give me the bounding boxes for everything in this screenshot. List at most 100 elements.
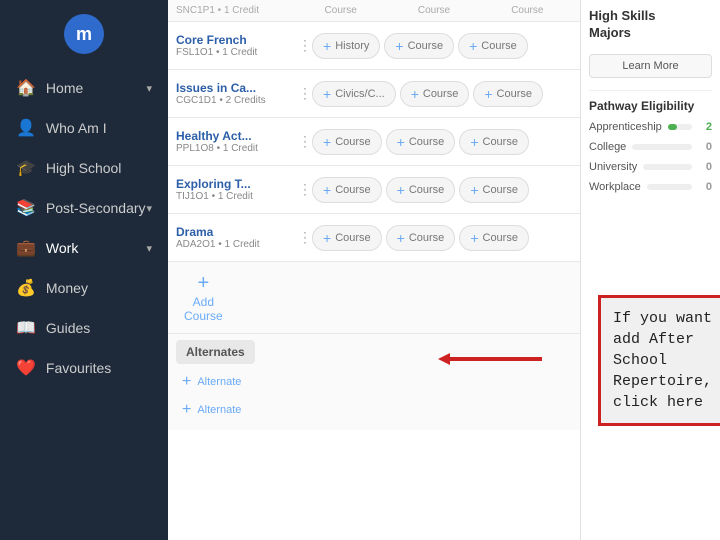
home-icon: 🏠 — [16, 78, 36, 98]
cropped-cols: Course Course Course — [296, 5, 572, 16]
course-code: CGC1D1 • 2 Credits — [176, 95, 296, 106]
chevron-icon: ▾ — [146, 242, 152, 255]
add-course-button-2[interactable]: +Course — [459, 129, 529, 155]
guides-icon: 📖 — [16, 318, 36, 338]
add-course-button-1[interactable]: +Course — [386, 177, 456, 203]
pathway-count: 0 — [698, 161, 712, 173]
course-name: Drama — [176, 225, 296, 239]
course-name-cell: Exploring T... TIJ1O1 • 1 Credit — [176, 177, 296, 202]
pathway-bar — [643, 164, 692, 170]
course-cols: +Course +Course +Course — [312, 129, 572, 155]
chevron-icon: ▾ — [146, 82, 152, 95]
pathway-count: 0 — [698, 141, 712, 153]
add-course-button-0[interactable]: +Course — [312, 129, 382, 155]
pathway-bar — [668, 124, 692, 130]
course-cols: +Course +Course +Course — [312, 177, 572, 203]
course-cols: +Civics/C... +Course +Course — [312, 81, 572, 107]
heart-icon: ❤️ — [16, 358, 36, 378]
add-course-button[interactable]: + Add Course — [184, 272, 223, 323]
add-course-button-0[interactable]: +Course — [312, 177, 382, 203]
add-course-button-2[interactable]: +Course — [459, 225, 529, 251]
book-icon: 📚 — [16, 198, 36, 218]
sidebar-logo: m — [0, 0, 168, 68]
cropped-col: Course — [296, 5, 385, 16]
course-cols: +Course +Course +Course — [312, 225, 572, 251]
course-name-cell: Healthy Act... PPL1O8 • 1 Credit — [176, 129, 296, 154]
pathway-bar-fill — [668, 124, 678, 130]
cropped-top-row: SNC1P1 • 1 Credit Course Course Course — [168, 0, 580, 22]
sidebar-item-label: Work — [46, 240, 78, 256]
course-code: ADA2O1 • 1 Credit — [176, 239, 296, 250]
table-row: Drama ADA2O1 • 1 Credit ⋮ +Course +Cours… — [168, 214, 580, 262]
plus-icon: + — [198, 272, 210, 295]
sidebar-item-favourites[interactable]: ❤️ Favourites — [0, 348, 168, 388]
sidebar-item-post-secondary[interactable]: 📚 Post-Secondary ▾ — [0, 188, 168, 228]
pathway-label: University — [589, 161, 637, 173]
right-panel: High Skills Majors Learn More Pathway El… — [580, 0, 720, 540]
course-name: Issues in Ca... — [176, 81, 296, 95]
alternate-button-2[interactable]: + Alternate — [176, 396, 572, 424]
table-row: Core French FSL1O1 • 1 Credit ⋮ +History… — [168, 22, 580, 70]
course-menu-icon[interactable]: ⋮ — [298, 229, 312, 246]
add-course-button-0[interactable]: +Course — [312, 225, 382, 251]
plus-icon: + — [182, 401, 191, 419]
sidebar-item-label: Home — [46, 80, 83, 96]
money-icon: 💰 — [16, 278, 36, 298]
pathway-bar — [647, 184, 692, 190]
course-name: Exploring T... — [176, 177, 296, 191]
table-row: Exploring T... TIJ1O1 • 1 Credit ⋮ +Cour… — [168, 166, 580, 214]
add-course-button-1[interactable]: +Course — [386, 129, 456, 155]
add-course-button-1[interactable]: +Course — [384, 33, 454, 59]
pathway-row-university: University 0 — [589, 161, 712, 173]
course-menu-icon[interactable]: ⋮ — [298, 181, 312, 198]
sidebar-item-label: Who Am I — [46, 120, 107, 136]
high-skills-title: High Skills — [589, 8, 712, 23]
add-course-button-2[interactable]: +Course — [459, 177, 529, 203]
pathway-eligibility-title: Pathway Eligibility — [589, 90, 712, 113]
sidebar-item-home[interactable]: 🏠 Home ▾ — [0, 68, 168, 108]
add-civics-button[interactable]: +Civics/C... — [312, 81, 396, 107]
sidebar-item-label: Guides — [46, 320, 90, 336]
course-name: Core French — [176, 33, 296, 47]
add-course-button-2[interactable]: +Course — [458, 33, 528, 59]
course-cols: +History +Course +Course — [312, 33, 572, 59]
sidebar-item-who-am-i[interactable]: 👤 Who Am I — [0, 108, 168, 148]
pathway-count: 2 — [698, 121, 712, 133]
course-menu-icon[interactable]: ⋮ — [298, 133, 312, 150]
cropped-col: Course — [389, 5, 478, 16]
person-icon: 👤 — [16, 118, 36, 138]
sidebar-item-high-school[interactable]: 🎓 High School — [0, 148, 168, 188]
sidebar-item-label: Post-Secondary — [46, 200, 146, 216]
callout-text: If you want to add After School Repertoi… — [613, 310, 720, 411]
plus-icon: + — [182, 373, 191, 391]
arrow-annotation — [434, 345, 544, 376]
course-code: TIJ1O1 • 1 Credit — [176, 191, 296, 202]
logo-icon[interactable]: m — [64, 14, 104, 54]
pathway-label: Apprenticeship — [589, 121, 662, 133]
chevron-icon: ▾ — [146, 202, 152, 215]
sidebar-item-work[interactable]: 💼 Work ▾ — [0, 228, 168, 268]
learn-more-button[interactable]: Learn More — [589, 54, 712, 78]
pathway-row-workplace: Workplace 0 — [589, 181, 712, 193]
course-code: FSL1O1 • 1 Credit — [176, 47, 296, 58]
sidebar-item-guides[interactable]: 📖 Guides — [0, 308, 168, 348]
course-name-cell: Issues in Ca... CGC1D1 • 2 Credits — [176, 81, 296, 106]
course-name-cell: Core French FSL1O1 • 1 Credit — [176, 33, 296, 58]
add-history-button[interactable]: +History — [312, 33, 380, 59]
course-menu-icon[interactable]: ⋮ — [298, 37, 312, 54]
pathway-row-apprenticeship: Apprenticeship 2 — [589, 121, 712, 133]
course-name-cell: Drama ADA2O1 • 1 Credit — [176, 225, 296, 250]
add-course-button-1[interactable]: +Course — [386, 225, 456, 251]
content-wrapper: SNC1P1 • 1 Credit Course Course Course C… — [168, 0, 720, 540]
pathway-row-college: College 0 — [589, 141, 712, 153]
high-skills-subtitle: Majors — [589, 25, 712, 40]
add-course-button-1[interactable]: +Course — [400, 81, 470, 107]
course-menu-icon[interactable]: ⋮ — [298, 85, 312, 102]
learn-more-label: Learn More — [622, 60, 678, 72]
table-row: Healthy Act... PPL1O8 • 1 Credit ⋮ +Cour… — [168, 118, 580, 166]
work-icon: 💼 — [16, 238, 36, 258]
pathway-label: College — [589, 141, 626, 153]
alternates-header: Alternates — [176, 340, 255, 364]
add-course-button-2[interactable]: +Course — [473, 81, 543, 107]
sidebar-item-money[interactable]: 💰 Money — [0, 268, 168, 308]
